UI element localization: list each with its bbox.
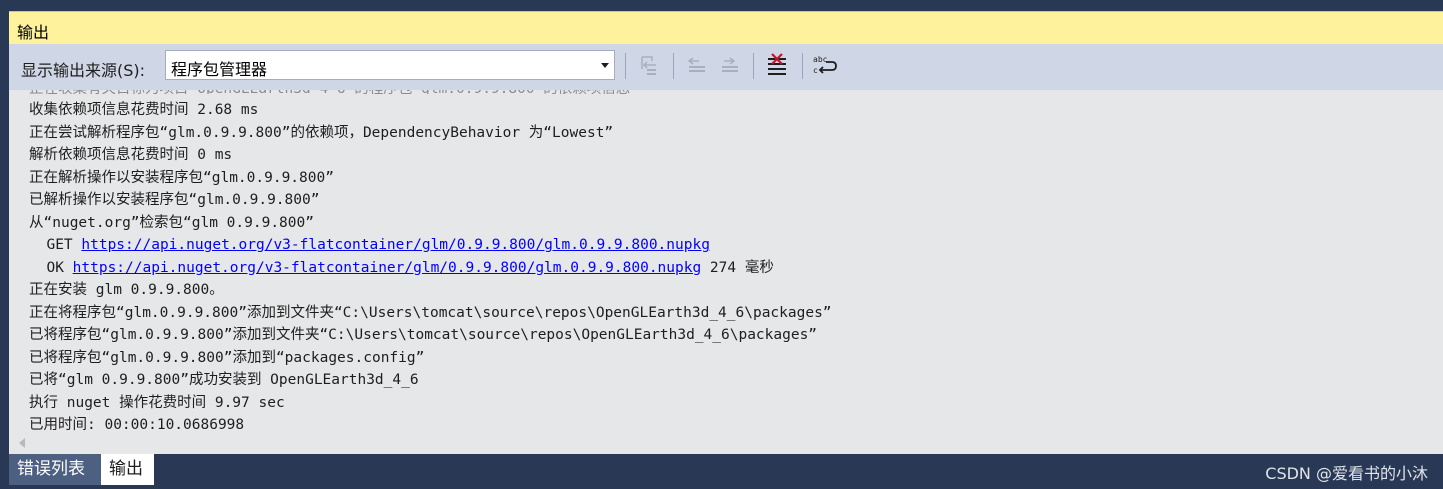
toggle-word-wrap-button[interactable]: abc c — [809, 50, 839, 80]
output-line: OK https://api.nuget.org/v3-flatcontaine… — [29, 258, 774, 278]
output-line: 执行 nuget 操作花费时间 9.97 sec — [29, 394, 285, 411]
output-line: 已解析操作以安装程序包“glm.0.9.9.800” — [29, 192, 320, 208]
output-panel: 输出 显示输出来源(S): 程序包管理器 abc c 收集依赖项信息花费时间 2… — [9, 11, 1443, 454]
previous-message-icon — [641, 56, 656, 75]
toolbar-separator — [753, 53, 754, 79]
output-toolbar: 显示输出来源(S): 程序包管理器 abc c — [9, 44, 1443, 90]
output-line: 已用时间: 00:00:10.0686998 — [29, 417, 245, 432]
horizontal-scrollbar[interactable] — [9, 432, 1443, 454]
output-source-dropdown[interactable]: 程序包管理器 — [165, 50, 615, 80]
output-source-value: 程序包管理器 — [171, 60, 268, 79]
output-line: 解析依赖项信息花费时间 0 ms — [29, 147, 233, 163]
svg-text:abc: abc — [813, 55, 828, 64]
output-line: 已将“glm 0.9.9.800”成功安装到 OpenGLEarth3d_4_6 — [29, 372, 419, 388]
output-line-prefix: OK — [29, 259, 73, 276]
find-next-button[interactable] — [715, 50, 745, 80]
output-title-bar[interactable]: 输出 — [9, 11, 1443, 44]
output-line: 正在解析操作以安装程序包“glm.0.9.9.800” — [29, 169, 334, 186]
output-line: 正在安装 glm 0.9.9.800。 — [29, 282, 224, 298]
clear-all-icon — [768, 53, 786, 75]
window-top-strip — [0, 0, 1443, 11]
panel-title: 输出 — [17, 23, 50, 42]
output-line: 从“nuget.org”检索包“glm 0.9.9.800” — [29, 214, 314, 231]
output-line: 收集依赖项信息花费时间 2.68 ms — [29, 102, 259, 118]
find-next-icon — [722, 57, 738, 72]
find-previous-icon — [687, 57, 705, 72]
scroll-left-icon[interactable] — [19, 438, 25, 448]
output-line: 正在将程序包“glm.0.9.9.800”添加到文件夹“C:\Users\tom… — [29, 304, 832, 321]
output-line: 已将程序包“glm.0.9.9.800”添加到文件夹“C:\Users\tomc… — [29, 327, 818, 343]
toolbar-separator — [802, 53, 803, 79]
find-previous-button[interactable] — [682, 50, 712, 80]
output-line: GET https://api.nuget.org/v3-flatcontain… — [29, 235, 710, 255]
output-line-prefix: GET — [29, 237, 82, 253]
bottom-tab-bar: 错误列表 输出 CSDN @爱看书的小沐 — [0, 454, 1443, 489]
word-wrap-icon: abc c — [813, 55, 837, 75]
output-line: 已将程序包“glm.0.9.9.800”添加到“packages.config” — [29, 349, 425, 366]
svg-text:c: c — [813, 66, 818, 75]
chevron-down-icon[interactable] — [601, 63, 609, 68]
output-link[interactable]: https://api.nuget.org/v3-flatcontainer/g… — [73, 260, 702, 276]
show-output-from-label: 显示输出来源(S): — [21, 61, 146, 80]
clipped-previous-line: 正在收集有关目标为项目 OpenGLEarth3d_4_6 的程序包 glm.0… — [9, 90, 1443, 94]
output-text-area[interactable]: 正在收集有关目标为项目 OpenGLEarth3d_4_6 的程序包 glm.0… — [9, 90, 1443, 432]
output-link[interactable]: https://api.nuget.org/v3-flatcontainer/g… — [81, 237, 710, 253]
tab-error-list[interactable]: 错误列表 — [9, 454, 101, 485]
toolbar-separator — [625, 53, 626, 79]
toolbar-separator — [673, 53, 674, 79]
watermark-text: CSDN @爱看书的小沐 — [1265, 464, 1428, 483]
output-line: 正在尝试解析程序包“glm.0.9.9.800”的依赖项，DependencyB… — [29, 124, 614, 141]
tab-output[interactable]: 输出 — [101, 454, 154, 485]
output-line-suffix: 274 毫秒 — [701, 259, 774, 276]
go-to-previous-message-button[interactable] — [635, 50, 665, 80]
clear-all-button[interactable] — [762, 50, 792, 80]
